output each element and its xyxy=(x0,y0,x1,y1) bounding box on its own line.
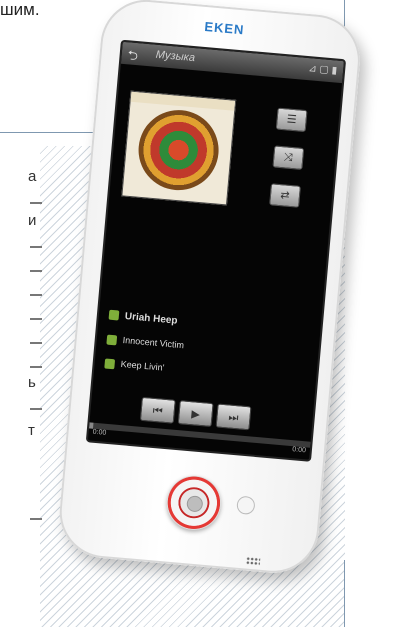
shuffle-button[interactable]: ⤨ xyxy=(272,145,305,170)
device-shell: EKEN ⮌ Музыка ⊿ ▢ ▮ ☰ ⤨ ⇄ Uriah Heep Inn… xyxy=(55,0,364,577)
navigation-joystick[interactable] xyxy=(164,473,224,533)
text-fragment xyxy=(30,342,42,344)
power-button[interactable] xyxy=(236,495,256,516)
track-row: Keep Livin' xyxy=(104,357,165,373)
text-fragment xyxy=(30,246,42,248)
page-text-fragment: шим. xyxy=(0,0,40,19)
text-fragment xyxy=(30,294,42,296)
artist-name: Uriah Heep xyxy=(124,311,178,327)
text-fragment xyxy=(30,408,42,410)
text-fragment: ь xyxy=(28,374,36,391)
text-fragment xyxy=(30,366,42,368)
text-fragment xyxy=(30,202,42,204)
status-icons: ⊿ ▢ ▮ xyxy=(307,63,338,77)
device-screen: ⮌ Музыка ⊿ ▢ ▮ ☰ ⤨ ⇄ Uriah Heep Innocent… xyxy=(85,39,347,462)
text-fragment: а xyxy=(28,168,37,185)
elapsed-time: 0:00 xyxy=(92,428,107,437)
track-icon xyxy=(104,358,116,369)
brand-logo: EKEN xyxy=(203,18,246,38)
title-bar: ⮌ Музыка ⊿ ▢ ▮ xyxy=(120,41,344,84)
previous-button[interactable]: ⏮ xyxy=(139,396,176,424)
text-fragment: т xyxy=(28,422,35,439)
progress-bar[interactable] xyxy=(88,422,311,448)
frame-line xyxy=(0,132,95,133)
artist-icon xyxy=(108,310,120,321)
next-button[interactable]: ⏭ xyxy=(215,403,252,431)
album-name: Innocent Victim xyxy=(122,334,185,351)
play-button[interactable]: ▶ xyxy=(177,400,214,428)
screen-title: Музыка xyxy=(155,48,196,65)
album-cover[interactable] xyxy=(121,90,237,206)
track-name: Keep Livin' xyxy=(120,358,165,373)
artist-row: Uriah Heep xyxy=(108,310,178,327)
joystick-center-button[interactable] xyxy=(186,495,204,513)
text-fragment xyxy=(30,518,42,520)
text-fragment xyxy=(30,318,42,320)
album-icon xyxy=(106,334,118,346)
playlist-button[interactable]: ☰ xyxy=(275,107,308,133)
playback-controls: ⏮ ▶ ⏭ xyxy=(139,396,252,431)
repeat-button[interactable]: ⇄ xyxy=(269,183,301,208)
back-icon[interactable]: ⮌ xyxy=(127,46,139,69)
media-player-device: EKEN ⮌ Музыка ⊿ ▢ ▮ ☰ ⤨ ⇄ Uriah Heep Inn… xyxy=(52,0,400,630)
total-time: 0:00 xyxy=(291,446,307,455)
album-banner xyxy=(130,91,236,111)
album-row: Innocent Victim xyxy=(106,334,184,351)
page-text-column: а и ь т xyxy=(0,146,42,627)
text-fragment xyxy=(30,270,42,272)
text-fragment: и xyxy=(28,212,37,229)
album-artwork xyxy=(135,106,222,194)
speaker-grille xyxy=(245,556,261,566)
